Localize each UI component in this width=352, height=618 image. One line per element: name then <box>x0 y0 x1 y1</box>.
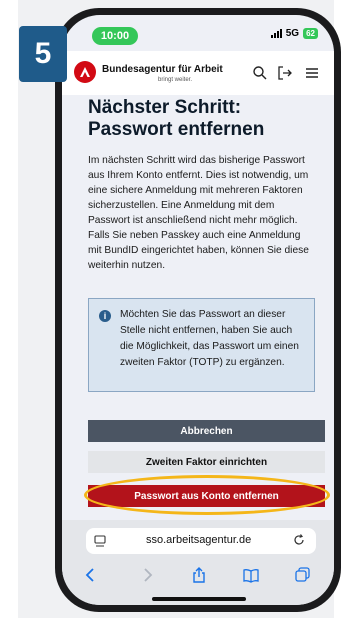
status-right-group: 5G 62 <box>270 28 318 39</box>
url-text[interactable]: sso.arbeitsagentur.de <box>146 534 251 546</box>
browser-nav-row <box>62 562 334 586</box>
tabs-icon[interactable] <box>294 566 312 584</box>
network-label: 5G <box>285 28 300 39</box>
info-text: Möchten Sie das Passwort an dieser Stell… <box>120 309 299 368</box>
share-icon[interactable] <box>190 566 208 584</box>
search-icon[interactable] <box>252 65 268 81</box>
info-icon: i <box>99 310 111 322</box>
status-bar: 10:00 5G 62 <box>62 15 334 51</box>
setup-second-factor-button[interactable]: Zweiten Faktor einrichten <box>88 451 325 473</box>
url-bar[interactable]: sso.arbeitsagentur.de <box>86 528 316 554</box>
highlight-ellipse <box>84 475 330 515</box>
intro-text: Im nächsten Schritt wird das bisherige P… <box>88 155 309 271</box>
site-header: Bundesagentur für Arbeit bringt weiter. <box>62 51 334 95</box>
cancel-button[interactable]: Abbrechen <box>88 420 325 442</box>
forward-icon[interactable] <box>138 566 156 584</box>
ba-logo-icon[interactable] <box>74 61 96 83</box>
logo-tagline: bringt weiter. <box>158 77 193 83</box>
reload-icon[interactable] <box>292 533 306 547</box>
menu-icon[interactable] <box>304 65 320 81</box>
page-title: Nächster Schritt: Passwort entfernen <box>88 97 265 140</box>
browser-toolbar: sso.arbeitsagentur.de <box>62 520 334 605</box>
status-time: 10:00 <box>92 27 138 45</box>
login-icon[interactable] <box>277 65 293 81</box>
home-indicator <box>152 597 246 601</box>
step-number-badge: 5 <box>19 26 67 82</box>
info-box: i Möchten Sie das Passwort an dieser Ste… <box>88 298 315 392</box>
page-settings-icon[interactable] <box>94 534 106 548</box>
phone-screen: 10:00 5G 62 Bundesagentur für Arbeit bri… <box>62 15 334 605</box>
logo-text[interactable]: Bundesagentur für Arbeit <box>102 64 223 75</box>
battery-icon: 62 <box>303 28 318 39</box>
signal-icon <box>270 29 282 38</box>
bookmarks-icon[interactable] <box>242 566 260 584</box>
back-icon[interactable] <box>82 566 100 584</box>
